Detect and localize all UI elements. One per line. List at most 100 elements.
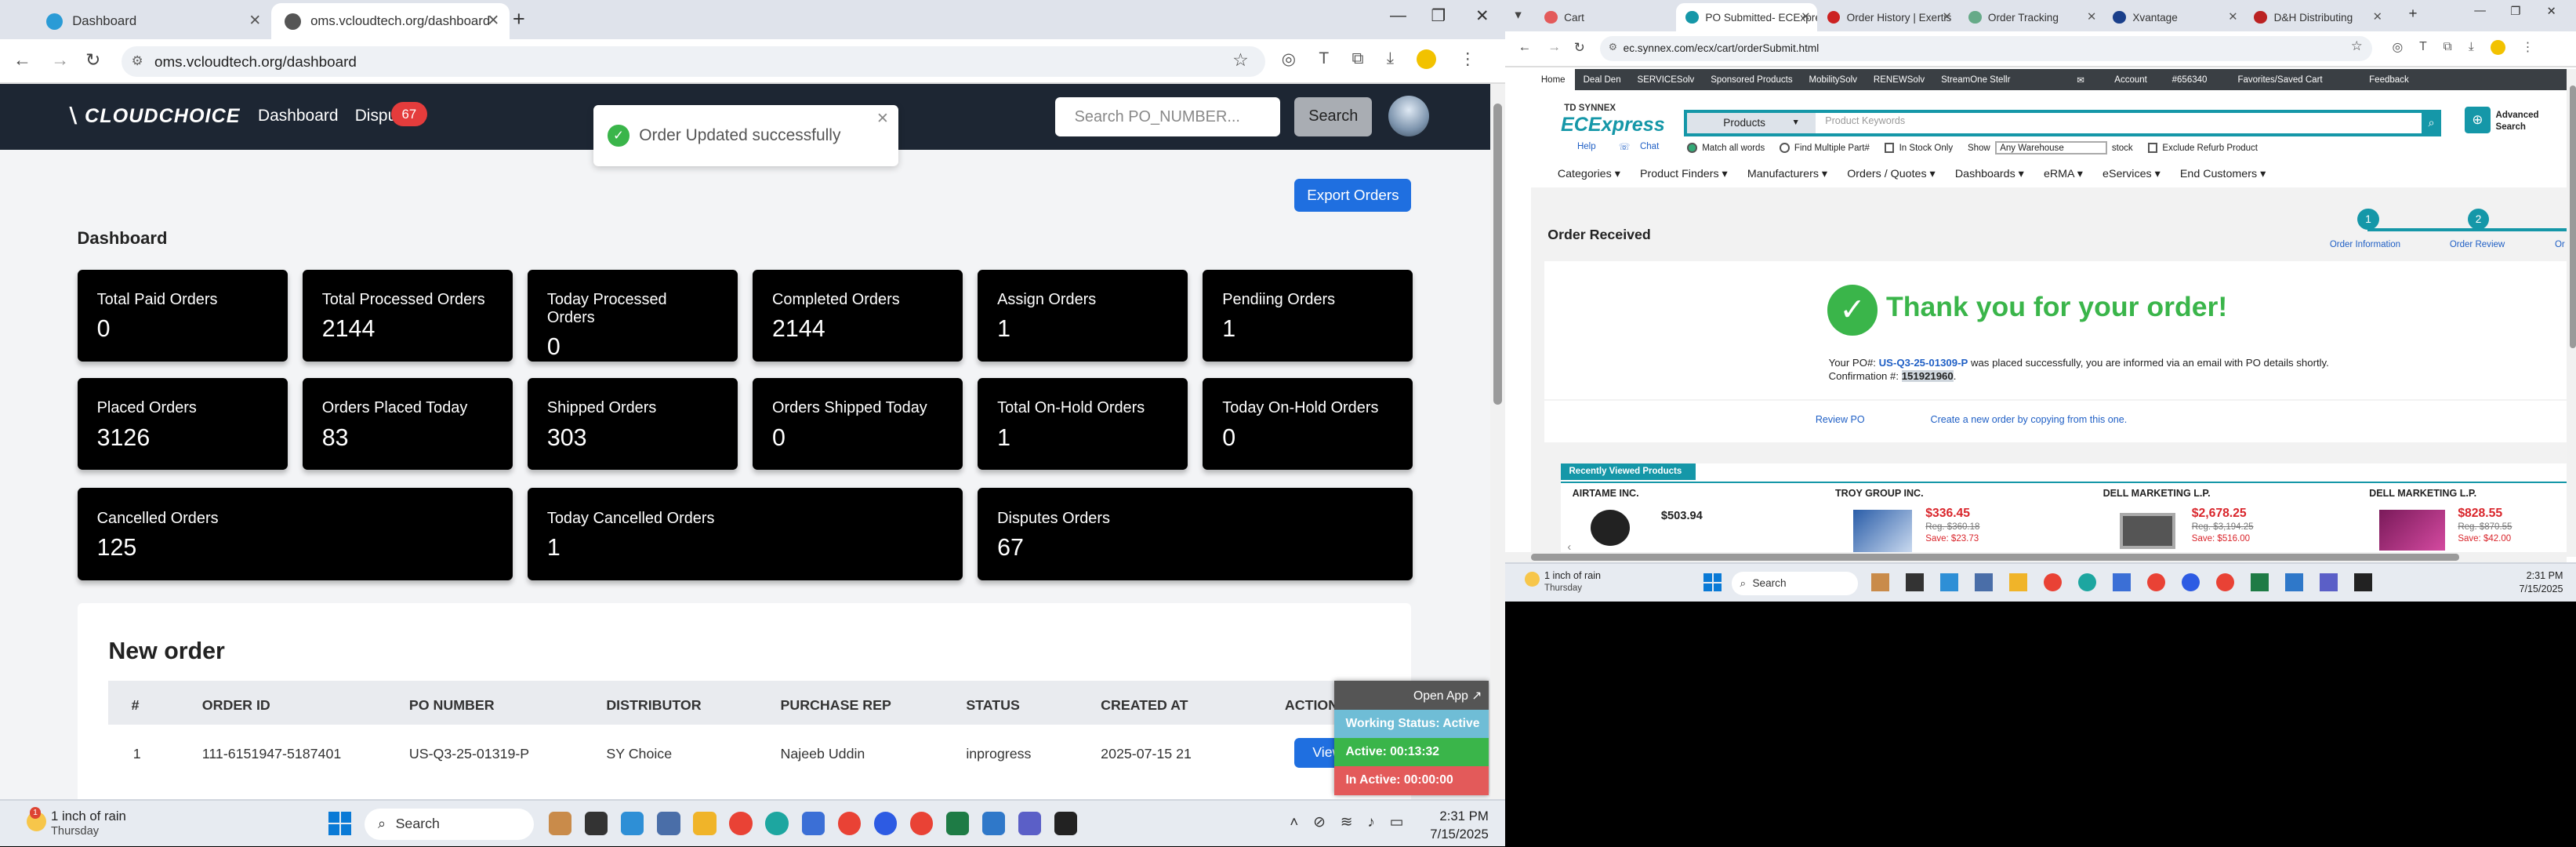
match-all-radio[interactable] [1687,143,1697,153]
new-tab-icon[interactable]: + [2408,5,2417,22]
forward-icon[interactable]: → [51,49,69,71]
in-stock-checkbox[interactable] [1884,143,1895,153]
close-icon[interactable]: ✕ [487,12,499,29]
bookmark-star-icon[interactable]: ☆ [2351,38,2363,54]
stat-today-processed-orders[interactable]: Today Processed Orders 0 [527,269,738,362]
user-avatar[interactable] [1388,95,1430,136]
nav-deal-den[interactable]: Deal Den [1575,75,1629,85]
tab-dh-distributing[interactable]: D&H Distributing ✕ [2244,3,2389,31]
windows-start-icon[interactable] [1703,573,1722,592]
chrome-icon[interactable] [2146,573,2166,592]
product-image[interactable] [2378,509,2445,551]
carousel-prev-icon[interactable]: ‹ [1567,541,1571,554]
stat-today-cancelled-orders[interactable]: Today Cancelled Orders 1 [527,488,963,580]
teams-icon[interactable] [2319,573,2338,592]
bookmark-star-icon[interactable]: ☆ [1232,49,1249,71]
tab-cart[interactable]: Cart✕ [1534,3,1699,31]
chrome-icon[interactable] [837,812,861,835]
taskbar-search[interactable]: ⌕ Search [365,809,535,840]
edge-icon[interactable] [765,812,789,835]
vertical-scrollbar[interactable] [1489,83,1505,799]
menu-manufacturers[interactable]: Manufacturers ▾ [1747,168,1827,180]
stat-pending-orders[interactable]: Pendiing Orders 1 [1203,269,1413,362]
product-keywords-input[interactable]: Product Keywords [1825,115,1905,126]
taskbar-date[interactable]: 7/15/2025 [1406,827,1489,842]
scrollbar-thumb[interactable] [1493,104,1502,405]
chrome-icon[interactable] [2044,573,2063,592]
translate-icon[interactable]: T [1319,49,1329,68]
chat-link[interactable]: Chat [1640,142,1659,151]
close-icon[interactable]: ✕ [2373,10,2382,24]
nav-home[interactable]: Home [1531,69,1576,91]
zoom-icon[interactable] [2181,573,2200,592]
menu-eservices[interactable]: eServices ▾ [2103,168,2161,180]
reload-icon[interactable]: ↻ [85,49,100,71]
edge-icon[interactable] [2078,573,2097,592]
tab-oms-dashboard[interactable]: oms.vcloudtech.org/dashboard ✕ [270,3,510,40]
minimize-icon[interactable]: — [1390,6,1406,25]
weather-icon[interactable] [1524,572,1540,587]
tab-dashboard[interactable]: Dashboard ✕ [33,3,271,39]
back-icon[interactable]: ← [1518,39,1532,55]
product-image[interactable] [2119,512,2175,549]
nav-renewsolv[interactable]: RENEWSolv [1865,75,1932,85]
teams-icon[interactable] [1018,812,1042,835]
taskbar-app-icon[interactable] [2112,573,2132,592]
site-info-icon[interactable]: ⚙ [132,53,143,69]
right-vertical-scrollbar[interactable] [2566,69,2576,558]
menu-erma[interactable]: eRMA ▾ [2044,168,2083,180]
zoom-icon[interactable] [873,812,898,835]
stat-total-on-hold-orders[interactable]: Total On-Hold Orders 1 [978,378,1188,471]
taskbar-time[interactable]: 2:31 PM [2491,570,2563,581]
mail-icon[interactable]: ✉ [2069,75,2093,85]
stat-disputes-orders[interactable]: Disputes Orders 67 [978,488,1413,580]
taskbar-app-icon[interactable] [801,812,825,835]
ecexpress-logo[interactable]: ECExpress [1561,114,1665,136]
extensions-puzzle-icon[interactable]: ⧉ [2444,40,2452,54]
restore-icon[interactable]: ❐ [2510,5,2520,18]
nav-sponsored-products[interactable]: Sponsored Products [1703,75,1801,85]
tab-xvantage[interactable]: Xvantage ✕ [2103,3,2244,31]
taskbar-app-icon[interactable] [1940,573,1959,592]
taskbar-app-icon[interactable] [1871,573,1890,592]
stat-completed-orders[interactable]: Completed Orders 2144 [752,269,963,362]
close-icon[interactable]: ✕ [2228,10,2237,24]
wifi-icon[interactable]: ≋ [1341,813,1353,831]
product-image[interactable] [1590,509,1631,546]
nav-mobilitysolv[interactable]: MobilitySolv [1801,75,1865,85]
reload-icon[interactable]: ↻ [1574,39,1585,56]
volume-icon[interactable]: ♪ [1367,813,1374,831]
search-category-select[interactable]: Products ▼ [1687,113,1816,133]
chrome-icon[interactable] [909,812,934,835]
file-explorer-icon[interactable] [693,812,717,835]
file-explorer-icon[interactable] [2009,573,2028,592]
weather-text[interactable]: 1 inch of rain [51,809,126,824]
close-icon[interactable]: ✕ [2087,10,2096,24]
tray-app-icon[interactable]: ⊘ [1313,813,1326,831]
right-url-field[interactable]: ⚙ ec.synnex.com/ecx/cart/orderSubmit.htm… [1600,36,2373,61]
stat-total-processed-orders[interactable]: Total Processed Orders 2144 [302,269,513,362]
nav-favorites[interactable]: Favorites/Saved Cart [2230,75,2331,85]
menu-orders-quotes[interactable]: Orders / Quotes ▾ [1847,168,1936,180]
extension-icon[interactable]: ◎ [1282,49,1296,69]
po-search-input[interactable]: Search PO_NUMBER... [1054,96,1280,136]
stat-shipped-orders[interactable]: Shipped Orders 303 [527,378,738,471]
stat-cancelled-orders[interactable]: Cancelled Orders 125 [77,488,513,580]
stat-total-paid-orders[interactable]: Total Paid Orders 0 [77,269,288,362]
taskbar-app-icon[interactable] [621,812,644,835]
download-icon[interactable]: ⤓ [1387,49,1394,68]
new-tab-icon[interactable]: + [513,6,525,31]
stat-assign-orders[interactable]: Assign Orders 1 [978,269,1188,362]
right-horizontal-scrollbar[interactable] [1504,552,2567,562]
warehouse-select[interactable]: Any Warehouse [1995,141,2107,154]
taskbar-time[interactable]: 2:31 PM [1413,809,1488,824]
menu-dashboards[interactable]: Dashboards ▾ [1955,168,2024,180]
nav-account[interactable]: Account [2106,75,2156,85]
menu-categories[interactable]: Categories ▾ [1558,168,1620,180]
close-window-icon[interactable]: ✕ [1475,6,1489,26]
stat-orders-placed-today[interactable]: Orders Placed Today 83 [302,378,513,471]
nav-dashboard[interactable]: Dashboard [258,107,338,125]
back-icon[interactable]: ← [13,49,31,71]
taskbar-app-icon[interactable] [2353,573,2372,592]
find-multiple-radio[interactable] [1780,143,1790,153]
